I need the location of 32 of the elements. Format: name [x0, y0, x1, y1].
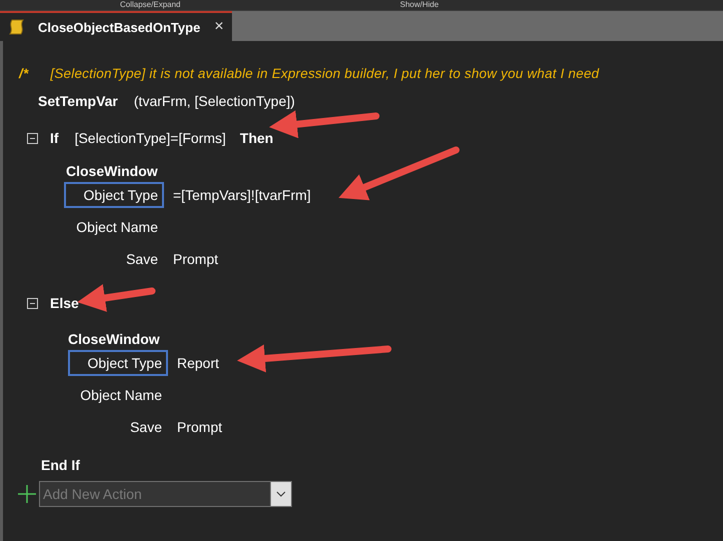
- argument-label: Object Name: [79, 386, 163, 405]
- action-name[interactable]: CloseWindow: [68, 331, 160, 347]
- argument-label: Object Type: [68, 350, 168, 376]
- argument-label: Object Type: [64, 182, 164, 208]
- argument-label: Save: [125, 250, 159, 269]
- block-keyword: If: [50, 130, 59, 146]
- document-tab[interactable]: CloseObjectBasedOnType ×: [0, 11, 232, 41]
- collapse-toggle[interactable]: [27, 132, 38, 144]
- close-icon[interactable]: ×: [214, 18, 224, 36]
- action-arguments: (tvarFrm, [SelectionType]): [134, 93, 295, 109]
- tab-title: CloseObjectBasedOnType: [38, 20, 200, 34]
- action-name[interactable]: CloseWindow: [66, 163, 158, 179]
- scroll-icon: [8, 18, 26, 36]
- plus-icon[interactable]: [17, 484, 37, 504]
- condition-expression[interactable]: [SelectionType]=[Forms]: [74, 130, 226, 146]
- dropdown-button[interactable]: [270, 481, 292, 507]
- ribbon-group-label: Show/Hide: [399, 0, 440, 10]
- ribbon-group-label: Collapse/Expand: [119, 0, 182, 10]
- argument-value[interactable]: Report: [177, 355, 220, 371]
- chevron-down-icon: [276, 491, 286, 497]
- argument-value[interactable]: Prompt: [173, 251, 218, 267]
- then-keyword: Then: [240, 130, 274, 146]
- action-name[interactable]: SetTempVar: [38, 93, 118, 109]
- comment-line: /* [SelectionType] it is not available in Expression builder, I put her to show you what I need: [18, 66, 600, 81]
- block-keyword: Else: [50, 295, 79, 311]
- argument-value[interactable]: =[TempVars]![tvarFrm]: [173, 187, 311, 203]
- collapse-toggle[interactable]: [27, 298, 38, 308]
- argument-label: Save: [129, 418, 163, 437]
- argument-label: Object Name: [75, 218, 159, 237]
- argument-value[interactable]: Prompt: [177, 419, 222, 435]
- add-action-field[interactable]: Add New Action: [39, 481, 270, 507]
- end-if-keyword: End If: [41, 457, 80, 473]
